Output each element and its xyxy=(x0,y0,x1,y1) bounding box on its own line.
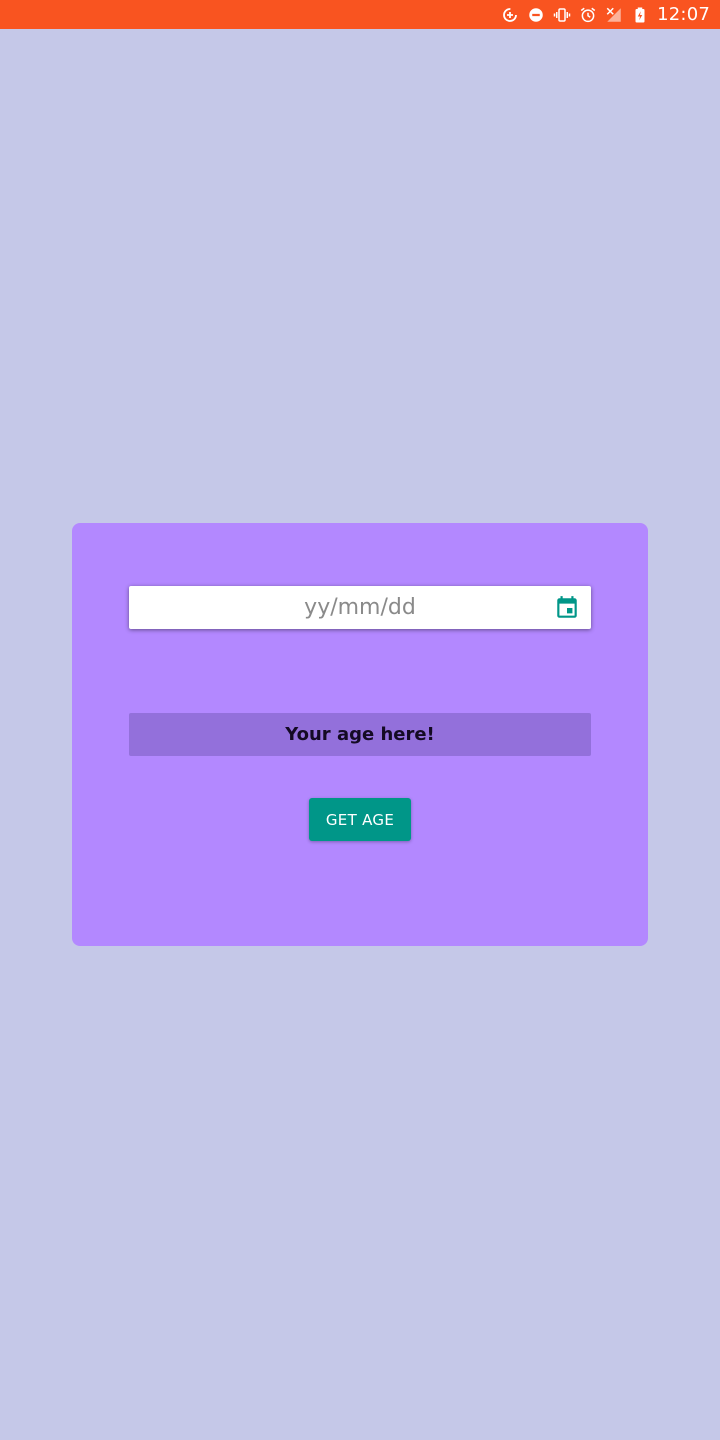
do-not-disturb-icon xyxy=(527,6,545,24)
get-age-button[interactable]: GET AGE xyxy=(309,798,411,841)
status-bar: 12:07 xyxy=(0,0,720,29)
alarm-icon xyxy=(579,6,597,24)
date-input[interactable] xyxy=(129,586,591,629)
battery-charging-icon xyxy=(631,6,649,24)
no-signal-icon xyxy=(605,6,623,24)
age-calculator-card: Your age here! GET AGE xyxy=(72,523,648,946)
data-saver-icon xyxy=(501,6,519,24)
status-time: 12:07 xyxy=(657,4,710,25)
calendar-icon[interactable] xyxy=(554,595,580,621)
age-result-label: Your age here! xyxy=(129,713,591,756)
date-field[interactable] xyxy=(129,586,591,629)
vibrate-icon xyxy=(553,6,571,24)
